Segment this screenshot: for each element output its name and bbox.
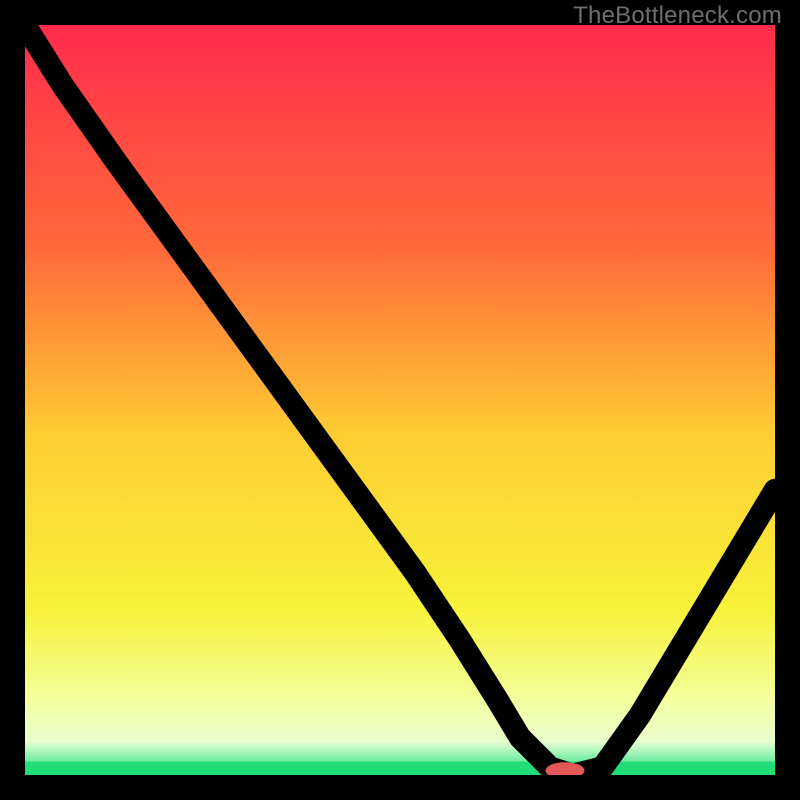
watermark-text: TheBottleneck.com [573, 2, 782, 30]
plot-area [25, 25, 775, 775]
chart-frame: TheBottleneck.com [0, 0, 800, 800]
bottom-green-band [25, 762, 775, 776]
plot-svg [25, 25, 775, 775]
